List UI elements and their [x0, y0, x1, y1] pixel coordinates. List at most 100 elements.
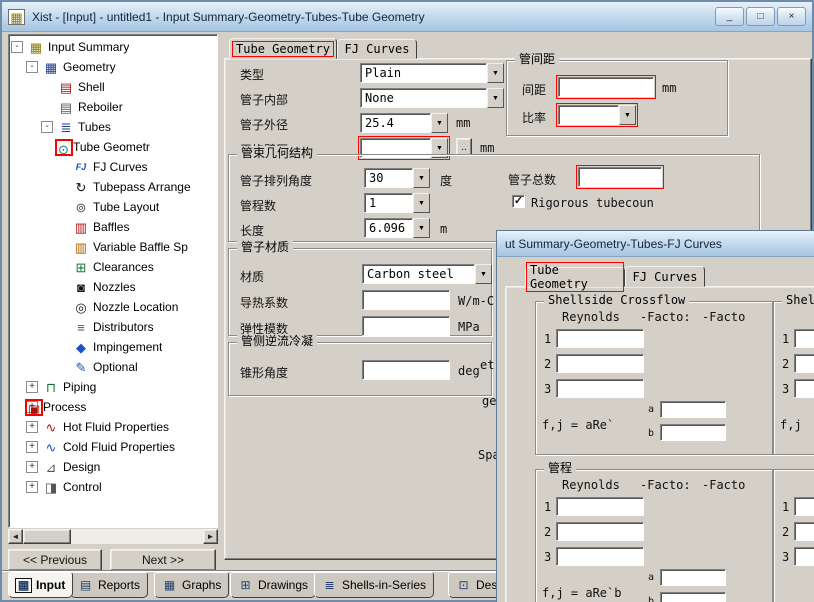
tree-item-optional[interactable]: ✎ Optional [9, 357, 217, 377]
bottom-tab-graphs[interactable]: ▦ Graphs [154, 572, 230, 598]
tree-item-geometry[interactable]: - ▦ Geometry [9, 57, 217, 77]
tubeside-coeff-b-input[interactable] [660, 592, 726, 602]
collapse-icon[interactable]: - [41, 121, 53, 133]
fj-tab-tube-geometry[interactable]: Tube Geometry [525, 262, 625, 292]
tubeside-reynolds-3-input[interactable] [556, 547, 644, 566]
maximize-button[interactable]: □ [746, 7, 775, 26]
partial-reynolds-1-input[interactable] [794, 497, 814, 516]
crossflow-reynolds-2-input[interactable] [556, 354, 644, 373]
expand-icon[interactable]: + [26, 421, 38, 433]
input-tree: - ▦ Input Summary - ▦ Geometry ▤ Shell ▤… [8, 34, 218, 528]
tree-item-cold-fluid-properties[interactable]: + ∿ Cold Fluid Properties [9, 437, 217, 457]
fj-title-bar[interactable]: ut Summary-Geometry-Tubes-FJ Curves [497, 231, 814, 257]
scroll-right-arrow-icon[interactable]: ► [203, 529, 218, 544]
tubeside-reynolds-2-input[interactable] [556, 522, 644, 541]
tree-item-fj-curves[interactable]: FJ FJ Curves [9, 157, 217, 177]
chevron-down-icon[interactable] [431, 113, 448, 133]
bottom-tab-shells-in-series[interactable]: ≣ Shells-in-Series [314, 572, 435, 598]
minimize-button[interactable]: _ [715, 7, 744, 26]
tree-item-nozzle-location[interactable]: ◎ Nozzle Location [9, 297, 217, 317]
window-reynolds-3-input[interactable] [794, 379, 814, 398]
tube-od-select[interactable]: 25.4 [360, 113, 448, 133]
crossflow-coeff-b-input[interactable] [660, 424, 726, 441]
partial-reynolds-3-input[interactable] [794, 547, 814, 566]
close-button[interactable]: × [777, 7, 806, 26]
ratio-select[interactable] [558, 105, 636, 125]
tube-passes-select[interactable]: 1 [364, 193, 430, 213]
tree-item-tube-geometry[interactable]: ⊙ Tube Geometr [9, 137, 217, 157]
tab-fj-curves[interactable]: FJ Curves [337, 39, 417, 59]
tree-item-impingement[interactable]: ◆ Impingement [9, 337, 217, 357]
chevron-down-icon[interactable] [487, 63, 504, 83]
tree-item-variable-baffle-spacing[interactable]: ▥ Variable Baffle Sp [9, 237, 217, 257]
tree-item-reboiler[interactable]: ▤ Reboiler [9, 97, 217, 117]
chevron-down-icon[interactable] [619, 105, 636, 125]
fj-tab-fj-curves[interactable]: FJ Curves [625, 266, 705, 287]
next-button[interactable]: Next >> [110, 549, 216, 571]
expand-icon[interactable]: + [26, 461, 38, 473]
chevron-down-icon[interactable] [475, 264, 492, 284]
tube-internal-select[interactable]: None [360, 88, 504, 108]
rigorous-tubecount-checkbox[interactable]: ✓ [512, 195, 525, 208]
design-tab-icon: ⊡ [458, 577, 469, 592]
expand-icon[interactable]: + [26, 481, 38, 493]
right-bottom-group-partial: 1 2 3 [773, 469, 814, 602]
window-reynolds-2-input[interactable] [794, 354, 814, 373]
tree-item-baffles[interactable]: ▥ Baffles [9, 217, 217, 237]
chevron-down-icon[interactable] [487, 88, 504, 108]
tree-item-hot-fluid-properties[interactable]: + ∿ Hot Fluid Properties [9, 417, 217, 437]
bottom-tab-drawings[interactable]: ⊞ Drawings [230, 572, 317, 598]
taper-angle-input[interactable] [362, 360, 450, 380]
tree-item-process[interactable]: + ▣ Process [9, 397, 217, 417]
shell-icon: ▤ [59, 79, 73, 95]
tree-item-label: Tubes [78, 120, 111, 134]
bottom-tab-input[interactable]: ▦ Input [8, 572, 74, 598]
tree-item-shell[interactable]: ▤ Shell [9, 77, 217, 97]
title-bar[interactable]: ▦ Xist - [Input] - untitled1 - Input Sum… [2, 2, 812, 32]
length-select[interactable]: 6.096 [364, 218, 430, 238]
tubeside-reynolds-1-input[interactable] [556, 497, 644, 516]
partial-reynolds-2-input[interactable] [794, 522, 814, 541]
pitch-input[interactable] [558, 77, 654, 97]
window-reynolds-1-input[interactable] [794, 329, 814, 348]
bottom-tab-label: Input [36, 578, 66, 592]
tree-item-tube-layout[interactable]: ⊚ Tube Layout [9, 197, 217, 217]
material-select[interactable]: Carbon steel [362, 264, 492, 284]
exponent-a-label: a [648, 572, 655, 583]
tab-tube-geometry[interactable]: Tube Geometry [229, 38, 337, 59]
tree-hscrollbar[interactable]: ◄ ► [8, 529, 218, 544]
scrollbar-thumb[interactable] [23, 529, 71, 544]
tube-count-input[interactable] [578, 167, 662, 187]
tree-item-tubepass-arrange[interactable]: ↻ Tubepass Arrange [9, 177, 217, 197]
chevron-down-icon[interactable] [413, 168, 430, 188]
collapse-icon[interactable]: - [11, 41, 23, 53]
tree-item-piping[interactable]: + ⊓ Piping [9, 377, 217, 397]
layout-angle-select[interactable]: 30 [364, 168, 430, 188]
tree-item-distributors[interactable]: ≡ Distributors [9, 317, 217, 337]
crossflow-reynolds-1-input[interactable] [556, 329, 644, 348]
distributors-icon: ≡ [77, 319, 85, 335]
crossflow-coeff-a-input[interactable] [660, 401, 726, 418]
type-select[interactable]: Plain [360, 63, 504, 83]
tree-item-control[interactable]: + ◨ Control [9, 477, 217, 497]
tree-item-clearances[interactable]: ⊞ Clearances [9, 257, 217, 277]
tab-label: FJ Curves [632, 269, 698, 284]
crossflow-reynolds-3-input[interactable] [556, 379, 644, 398]
collapse-icon[interactable]: - [26, 61, 38, 73]
conductivity-label: 导热系数 [240, 296, 289, 310]
modulus-input[interactable] [362, 316, 450, 336]
tree-item-nozzles[interactable]: ◙ Nozzles [9, 277, 217, 297]
tree-item-tubes[interactable]: - ≣ Tubes [9, 117, 217, 137]
scroll-left-arrow-icon[interactable]: ◄ [8, 529, 23, 544]
expand-icon[interactable]: + [26, 381, 38, 393]
expand-icon[interactable]: + [26, 441, 38, 453]
fj-curves-window[interactable]: ut Summary-Geometry-Tubes-FJ Curves Tube… [496, 230, 814, 602]
tree-item-input-summary[interactable]: - ▦ Input Summary [9, 37, 217, 57]
previous-button[interactable]: << Previous [8, 549, 102, 571]
tree-item-design[interactable]: + ⊿ Design [9, 457, 217, 477]
chevron-down-icon[interactable] [413, 193, 430, 213]
chevron-down-icon[interactable] [413, 218, 430, 238]
conductivity-input[interactable] [362, 290, 450, 310]
tubeside-coeff-a-input[interactable] [660, 569, 726, 586]
bottom-tab-reports[interactable]: ▤ Reports [70, 572, 149, 598]
